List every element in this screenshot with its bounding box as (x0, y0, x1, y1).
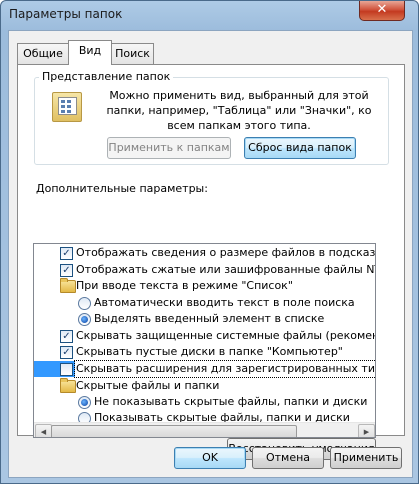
radio-button[interactable] (78, 313, 91, 326)
vertical-scrollbar[interactable]: ▲ ▼ (375, 244, 376, 422)
folder-icon (60, 278, 76, 293)
scroll-right-button[interactable]: ▶ (358, 424, 375, 437)
checkbox[interactable] (60, 363, 73, 376)
folder-views-icon (52, 92, 84, 124)
item-label: Отображать сжатые или зашифрованные файл… (76, 263, 376, 276)
item-label: Скрывать расширения для зарегистрированн… (74, 360, 375, 378)
close-icon: ✕ (376, 2, 388, 17)
window-title: Параметры папок (9, 7, 123, 21)
tab-view[interactable]: Вид (68, 40, 112, 65)
scroll-left-button[interactable]: ◀ (35, 424, 52, 437)
reset-folders-button[interactable]: Сброс вида папок (244, 137, 356, 159)
ok-button[interactable]: OK (174, 447, 246, 469)
item-label: При вводе текста в режиме "Список" (76, 279, 293, 292)
cancel-button[interactable]: Отмена (252, 447, 324, 469)
apply-button[interactable]: Применить (330, 447, 402, 469)
advanced-settings-label: Дополнительные параметры: (36, 182, 208, 195)
advanced-settings-tree[interactable]: ✓ Отображать сведения о размере файлов в… (33, 243, 376, 438)
horizontal-scrollbar[interactable]: ◀ ▶ (34, 422, 375, 437)
item-label: Отображать сведения о размере файлов в п… (76, 246, 376, 259)
folder-icon (60, 378, 76, 393)
checkbox[interactable]: ✓ (60, 346, 73, 359)
close-button[interactable]: ✕ (359, 1, 405, 21)
apply-to-folders-button[interactable]: Применить к папкам (107, 137, 231, 159)
item-label: Автоматически вводить текст в поле поиск… (94, 296, 355, 309)
item-label: Скрывать пустые диски в папке "Компьютер… (76, 345, 343, 358)
folder-views-description: Можно применить вид, выбранный для этой … (106, 89, 372, 132)
tab-search[interactable]: Поиск (111, 43, 154, 64)
item-label: Не показывать скрытые файлы, папки и дис… (94, 395, 368, 408)
dialog-window: Параметры папок ✕ Общие Вид Поиск Предст… (0, 0, 419, 484)
checkbox[interactable]: ✓ (60, 330, 73, 343)
radio-button[interactable] (78, 396, 91, 409)
item-label: Скрытые файлы и папки (76, 379, 220, 392)
checkbox[interactable]: ✓ (60, 264, 73, 277)
item-label: Выделять введенный элемент в списке (94, 312, 325, 325)
tab-general[interactable]: Общие (17, 43, 69, 64)
tab-panel-view: Представление папок Можно применить вид,… (17, 64, 405, 460)
scroll-corner (375, 422, 376, 438)
horizontal-scroll-thumb[interactable] (51, 425, 297, 437)
list-item-selected[interactable]: Скрывать расширения для зарегистрированн… (34, 360, 375, 378)
radio-button[interactable] (78, 297, 91, 310)
folder-views-label: Представление папок (39, 70, 174, 83)
dialog-client-area: Общие Вид Поиск Представление папок Можн… (8, 30, 413, 478)
checkbox[interactable]: ✓ (60, 247, 73, 260)
item-label: Скрывать защищенные системные файлы (рек… (76, 329, 376, 342)
